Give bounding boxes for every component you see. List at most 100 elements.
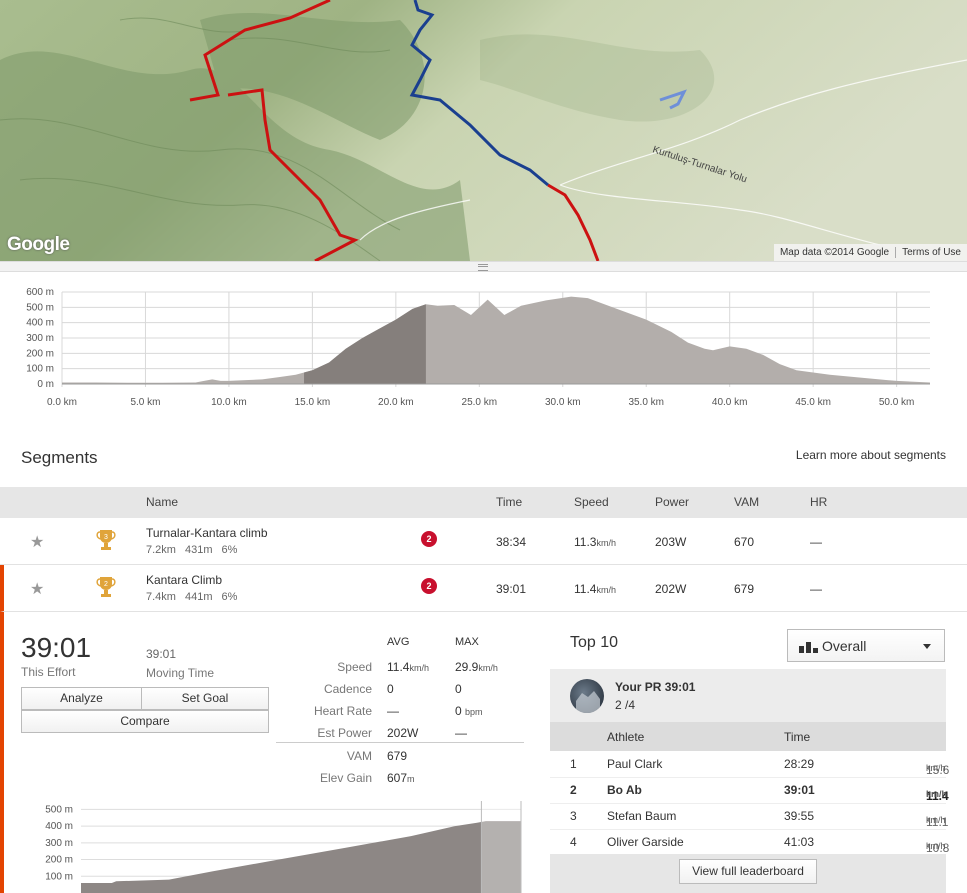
x-tick-label: 10.0 km — [211, 397, 247, 408]
power-avg: 202W — [387, 726, 419, 740]
segment-speed: 11.4km/h — [574, 582, 616, 596]
terrain-map[interactable]: Kurtuluş-Turnalar Yolu — [0, 0, 967, 261]
segment-power: 202W — [655, 582, 687, 596]
route-map[interactable]: Kurtuluş-Turnalar Yolu Google Map data ©… — [0, 0, 967, 261]
x-tick-label: 0.0 km — [47, 397, 77, 408]
google-logo: Google — [7, 234, 70, 255]
y-tick-label: 100 m — [26, 364, 54, 375]
leaderboard-row[interactable]: 3 Stefan Baum 39:55 11.1 km/h — [550, 803, 948, 830]
lb-time: 41:03 — [784, 835, 815, 849]
y-tick-label: 600 m — [26, 287, 54, 298]
bar-chart-icon — [799, 642, 818, 653]
segment-distance: 7.2km — [146, 544, 176, 556]
lb-rank: 2 — [570, 783, 577, 797]
segment-grade: 6% — [221, 544, 238, 556]
avatar[interactable] — [570, 679, 604, 713]
y-tick-label: 0 m — [37, 379, 54, 390]
segment-vam: 679 — [734, 582, 755, 596]
trophy-rank: 2 — [104, 581, 108, 588]
segment-elevation: 441m — [184, 591, 213, 603]
star-icon[interactable]: ★ — [30, 579, 44, 599]
elevation-chart[interactable]: 600 m 500 m 400 m 300 m 200 m 100 m 0 m 0.0 km 5… — [0, 271, 967, 431]
leaderboard-row[interactable]: 1 Paul Clark 28:29 15.6 km/h — [550, 751, 949, 778]
segment-speed: 11.3km/h — [574, 535, 616, 549]
mini-y-tick-label: 300 m — [45, 838, 73, 849]
speed-unit: km/h — [596, 538, 616, 548]
y-tick-label: 200 m — [26, 348, 54, 359]
leaderboard-filter-dropdown[interactable]: Overall — [787, 629, 945, 662]
segment-elevation-chart[interactable]: 500 m 400 m 300 m 200 m 100 m — [21, 797, 531, 893]
selection-indicator — [0, 612, 4, 893]
lb-rank: 4 — [570, 835, 577, 849]
pr-title: Your PR 39:01 — [615, 680, 696, 694]
analyze-button[interactable]: Analyze — [21, 687, 142, 710]
set-goal-button[interactable]: Set Goal — [141, 687, 269, 710]
segment-detail-panel: 39:01 This Effort 39:01 Moving Time Anal… — [0, 612, 967, 893]
col-hr[interactable]: HR — [810, 495, 827, 509]
segment-name[interactable]: Kantara Climb — [146, 573, 222, 587]
elev-gain-label: Elev Gain — [319, 771, 372, 785]
x-tick-label: 25.0 km — [462, 397, 498, 408]
star-icon[interactable]: ★ — [30, 532, 44, 552]
x-tick-label: 30.0 km — [545, 397, 581, 408]
segments-table-header: Name Time Speed Power VAM HR — [0, 487, 967, 518]
leaderboard-footer: View full leaderboard — [550, 854, 946, 893]
trophy-icon: 3 — [96, 530, 116, 550]
segment-distance: 7.4km — [146, 591, 176, 603]
lb-athlete[interactable]: Paul Clark — [607, 757, 662, 771]
col-name[interactable]: Name — [146, 495, 178, 509]
leaderboard-row[interactable]: 2 Bo Ab 39:01 11.4 km/h — [550, 777, 949, 804]
col-time[interactable]: Time — [496, 495, 522, 509]
y-tick-label: 400 m — [26, 318, 54, 329]
cadence-max: 0 — [455, 682, 462, 696]
x-tick-label: 50.0 km — [879, 397, 915, 408]
col-athlete: Athlete — [607, 730, 645, 744]
speed-avg: 11.4km/h — [387, 660, 429, 674]
lb-athlete[interactable]: Oliver Garside — [607, 835, 684, 849]
col-speed[interactable]: Speed — [574, 495, 609, 509]
segment-elevation: 431m — [184, 544, 213, 556]
moving-time: 39:01 — [146, 647, 177, 661]
y-tick-label: 300 m — [26, 333, 54, 344]
segment-grade: 6% — [221, 591, 238, 603]
cadence-label: Cadence — [323, 682, 372, 696]
lb-time: 39:55 — [784, 809, 815, 823]
col-vam[interactable]: VAM — [734, 495, 759, 509]
pr-rank-total: /4 — [625, 698, 636, 712]
mini-y-tick-label: 100 m — [45, 871, 73, 882]
lb-speed-unit: km/h — [926, 789, 948, 799]
col-lb-time: Time — [784, 730, 811, 744]
segment-row[interactable]: ★ 3 Turnalar-Kantara climb 7.2km 431m 6% 2… — [0, 518, 967, 565]
view-full-leaderboard-button[interactable]: View full leaderboard — [679, 859, 817, 884]
est-power-label: Est Power — [317, 726, 372, 740]
leaderboard-row[interactable]: 4 Oliver Garside 41:03 10.8 km/h — [550, 829, 949, 856]
pr-rank-value: 2 — [615, 698, 622, 712]
segment-row-selected[interactable]: ★ 2 Kantara Climb 7.4km 441m 6% 2 39:01 11… — [0, 565, 967, 612]
learn-more-link[interactable]: Learn more about segments — [796, 448, 946, 462]
leaderboard-header: Athlete Time — [550, 722, 946, 751]
segment-hr: — — [810, 535, 822, 549]
compare-button[interactable]: Compare — [21, 710, 269, 733]
lb-time: 28:29 — [784, 757, 815, 771]
speed-label: Speed — [337, 660, 372, 674]
elev-gain-value: 607 — [387, 771, 408, 785]
lb-athlete[interactable]: Stefan Baum — [607, 809, 676, 823]
terms-link[interactable]: Terms of Use — [896, 247, 967, 258]
effort-label: This Effort — [21, 665, 76, 679]
mini-y-tick-label: 500 m — [45, 804, 73, 815]
segment-power: 203W — [655, 535, 687, 549]
speed-max-unit: km/h — [478, 663, 498, 673]
vam-label: VAM — [346, 749, 372, 763]
lb-speed-unit: km/h — [926, 841, 946, 851]
moving-time-label: Moving Time — [146, 666, 215, 680]
top10-title: Top 10 — [570, 634, 619, 651]
filter-label: Overall — [822, 638, 867, 654]
hr-max-value: 0 — [455, 704, 462, 718]
grip-icon — [478, 264, 488, 271]
segment-name[interactable]: Turnalar-Kantara climb — [146, 526, 268, 540]
lb-athlete[interactable]: Bo Ab — [607, 783, 642, 797]
lb-speed-unit: km/h — [926, 763, 946, 773]
col-power[interactable]: Power — [655, 495, 689, 509]
hr-max-unit: bpm — [465, 707, 483, 717]
lb-rank: 1 — [570, 757, 577, 771]
